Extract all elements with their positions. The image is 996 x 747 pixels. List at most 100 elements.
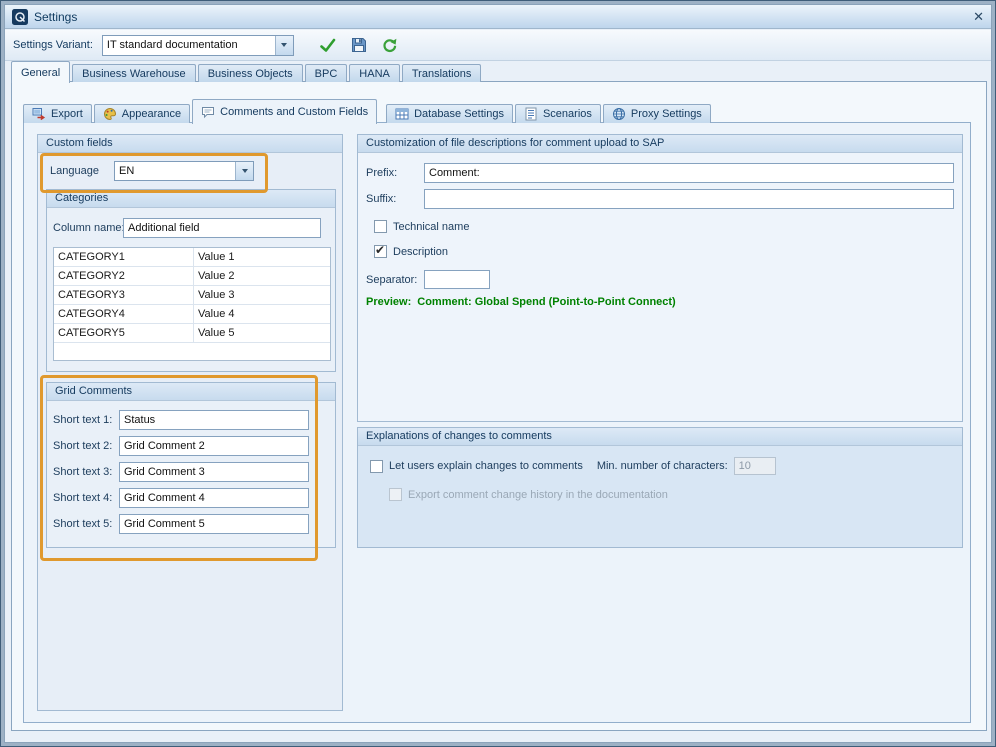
comments-icon [201,105,215,119]
table-row[interactable]: CATEGORY1 Value 1 [54,248,330,267]
short-text-1-label: Short text 1: [53,414,113,426]
window-inner: Settings ✕ Settings Variant: IT standard… [4,4,992,743]
separator-label: Separator: [366,274,418,286]
sap-upload-group: Customization of file descriptions for c… [357,134,963,422]
export-history-row: Export comment change history in the doc… [389,488,668,501]
chevron-down-icon[interactable] [275,36,293,55]
language-row: Language EN [50,161,254,181]
technical-name-checkbox[interactable] [374,220,387,233]
subtab-label: Export [51,108,83,120]
table-row[interactable]: CATEGORY2 Value 2 [54,267,330,286]
preview-row: Preview: Comment: Global Spend (Point-to… [366,296,676,308]
tab-business-warehouse[interactable]: Business Warehouse [72,64,196,82]
category-cell[interactable]: CATEGORY2 [54,267,194,285]
explanations-group: Explanations of changes to comments Let … [357,427,963,548]
settings-variant-value: IT standard documentation [103,36,275,55]
separator-input[interactable] [424,270,490,289]
tab-general[interactable]: General [11,61,70,83]
grid-comments-header: Grid Comments [47,383,335,401]
table-row[interactable]: CATEGORY5 Value 5 [54,324,330,343]
categories-header: Categories [47,190,335,208]
value-cell[interactable]: Value 2 [194,267,330,285]
custom-fields-header: Custom fields [38,135,342,153]
category-cell[interactable]: CATEGORY5 [54,324,194,342]
settings-variant-combobox[interactable]: IT standard documentation [102,35,294,56]
min-chars-input [734,457,776,475]
custom-fields-group: Custom fields Language EN Categories Col… [37,134,343,711]
app-icon [12,9,28,25]
refresh-button[interactable] [379,34,401,56]
refresh-icon [381,37,398,54]
let-users-label: Let users explain changes to comments [389,460,583,472]
short-text-4-input[interactable] [119,488,309,508]
prefix-row: Prefix: [366,163,954,183]
description-checkbox[interactable] [374,245,387,258]
tab-bpc[interactable]: BPC [305,64,348,82]
separator-row: Separator: [366,270,490,289]
short-text-2-label: Short text 2: [53,440,113,452]
categories-group: Categories Column name: CATEGORY1 Value … [46,189,336,372]
column-name-input[interactable] [123,218,321,238]
short-text-3-row: Short text 3: [53,462,309,482]
settings-window: Settings ✕ Settings Variant: IT standard… [0,0,996,747]
subtab-export[interactable]: Export [23,104,92,123]
subtab-database-settings[interactable]: Database Settings [386,104,513,123]
short-text-5-input[interactable] [119,514,309,534]
short-text-4-row: Short text 4: [53,488,309,508]
let-users-checkbox[interactable] [370,460,383,473]
category-cell[interactable]: CATEGORY3 [54,286,194,304]
suffix-label: Suffix: [366,193,418,205]
language-combobox[interactable]: EN [114,161,254,181]
tab-translations[interactable]: Translations [402,64,482,82]
short-text-3-label: Short text 3: [53,466,113,478]
short-text-2-input[interactable] [119,436,309,456]
export-history-label: Export comment change history in the doc… [408,489,668,501]
titlebar[interactable]: Settings ✕ [5,5,991,29]
column-name-label: Column name: [53,222,117,234]
close-button[interactable]: ✕ [973,10,984,23]
category-cell[interactable]: CATEGORY1 [54,248,194,266]
suffix-input[interactable] [424,189,954,209]
description-label: Description [393,246,448,258]
scenarios-icon [524,107,538,121]
short-text-3-input[interactable] [119,462,309,482]
prefix-label: Prefix: [366,167,418,179]
export-history-checkbox [389,488,402,501]
subtab-comments-custom-fields[interactable]: Comments and Custom Fields [192,99,377,124]
language-label: Language [50,165,108,177]
preview-value: Comment: Global Spend (Point-to-Point Co… [417,296,675,308]
min-chars-label: Min. number of characters: [597,460,728,472]
short-text-1-input[interactable] [119,410,309,430]
check-icon [319,37,336,54]
value-cell[interactable]: Value 1 [194,248,330,266]
short-text-2-row: Short text 2: [53,436,309,456]
technical-name-label: Technical name [393,221,469,233]
save-button[interactable] [348,34,370,56]
value-cell[interactable]: Value 4 [194,305,330,323]
table-row[interactable]: CATEGORY3 Value 3 [54,286,330,305]
technical-name-row: Technical name [374,220,469,233]
apply-button[interactable] [317,34,339,56]
value-cell[interactable]: Value 5 [194,324,330,342]
column-name-row: Column name: [53,218,321,238]
let-users-row: Let users explain changes to comments Mi… [370,457,776,475]
proxy-icon [612,107,626,121]
tab-business-objects[interactable]: Business Objects [198,64,303,82]
value-cell[interactable]: Value 3 [194,286,330,304]
settings-variant-label: Settings Variant: [13,39,93,51]
subtab-label: Comments and Custom Fields [220,106,368,118]
tab-hana[interactable]: HANA [349,64,400,82]
window-title: Settings [34,10,77,24]
description-row: Description [374,245,448,258]
category-cell[interactable]: CATEGORY4 [54,305,194,323]
table-row[interactable]: CATEGORY4 Value 4 [54,305,330,324]
database-icon [395,107,409,121]
chevron-down-icon[interactable] [235,162,253,180]
subtab-appearance[interactable]: Appearance [94,104,190,123]
subtab-scenarios[interactable]: Scenarios [515,104,601,123]
language-value: EN [115,162,235,180]
subtab-label: Database Settings [414,108,504,120]
prefix-input[interactable] [424,163,954,183]
short-text-5-row: Short text 5: [53,514,309,534]
subtab-proxy-settings[interactable]: Proxy Settings [603,104,711,123]
